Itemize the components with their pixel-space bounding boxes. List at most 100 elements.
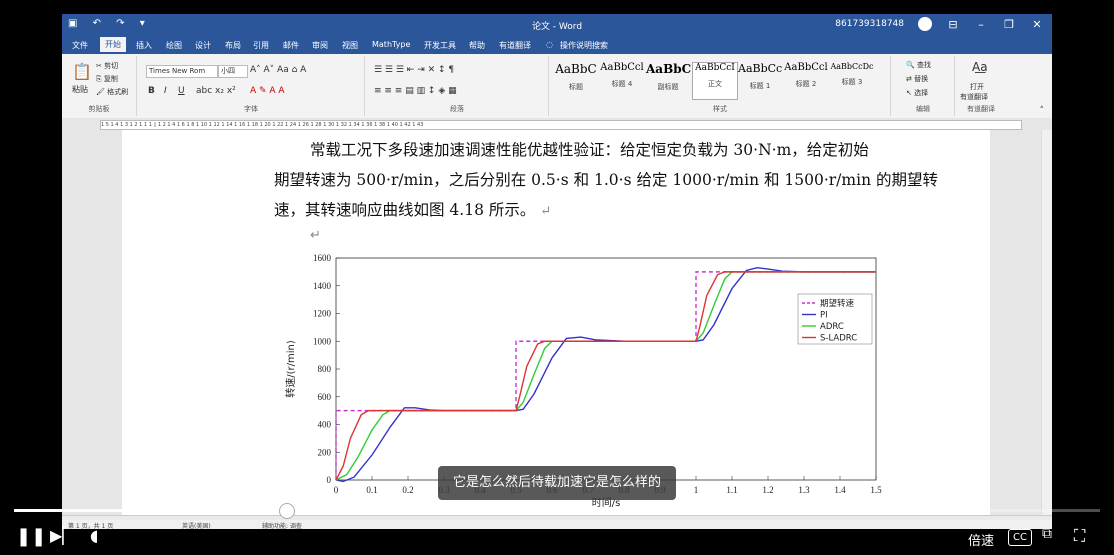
tab-mailings[interactable]: 邮件 [283,40,299,51]
fullscreen-icon[interactable]: ⛶ [1074,526,1085,546]
style-name: 副标题 [657,83,679,91]
translate-icon[interactable]: A͟a [972,60,988,74]
ruler-strip[interactable]: 1 5 1 4 1 3 1 2 1 1 1 ▯ 1 2 1 4 1 6 1 8 … [100,120,1022,130]
paragraph-line-1[interactable]: 常载工况下多段速加速调速性能优越性验证：给定恒定负载为 30·N·m，给定初始 [310,138,869,160]
x-tick-label: 1 [694,485,699,495]
italic-button[interactable]: I [164,86,167,96]
close-button[interactable]: ✕ [1030,18,1044,31]
tab-view[interactable]: 视图 [342,40,358,51]
tell-me-icon: ◌ [546,40,553,49]
tab-draw[interactable]: 绘图 [166,40,182,51]
tab-youdao[interactable]: 有道翻译 [499,40,531,51]
select-button[interactable]: ↖ 选择 [906,88,928,98]
font-size-box[interactable]: 小四 [218,65,248,78]
paste-button[interactable]: 粘贴 [72,84,88,95]
legend-label: PI [820,311,828,321]
format-painter-label: 格式刷 [107,88,129,96]
minimize-button[interactable]: – [974,18,988,31]
y-tick-label: 800 [318,364,332,374]
align-icon[interactable]: ≡ ≡ ≡ ▤ ▥ ↕ ◈ ▦ [374,86,457,96]
tab-references[interactable]: 引用 [253,40,269,51]
font-group: Times New Rom 小四 A˄ A˅ Aa ⌂ A B I U abc … [138,56,365,116]
style-name: 标题 1 [749,82,771,90]
strike-icon[interactable]: abc x₂ x² [196,86,236,96]
style-heading4[interactable]: AaBbCcl 标题 4 [600,62,644,98]
volume-icon[interactable]: ◖ [90,526,98,545]
y-axis-label: 转速/(r/min) [284,340,297,398]
legend-label: 期望转速 [820,298,855,309]
paragraph-line-2[interactable]: 期望转速为 500·r/min，之后分别在 0.5·s 和 1.0·s 给定 1… [274,168,938,190]
tab-insert[interactable]: 插入 [136,40,152,51]
style-normal[interactable]: AaBbCcI 正文 [692,62,738,100]
underline-button[interactable]: U [178,86,185,96]
closed-caption-button[interactable]: CC [1008,529,1032,546]
select-label: 选择 [914,89,929,97]
x-tick-label: 0.1 [366,485,377,495]
ribbon: 📋 粘贴 ✂ 剪切 ⎘ 复制 🖌 格式刷 剪贴板 Times New Rom 小… [62,54,1052,119]
styles-label: 样式 [713,105,727,113]
style-heading2[interactable]: AaBbCcl 标题 2 [784,62,828,98]
document-page[interactable]: 常载工况下多段速加速调速性能优越性验证：给定恒定负载为 30·N·m，给定初始 … [122,130,990,515]
tab-review[interactable]: 审阅 [312,40,328,51]
style-sample: AaBbCcI [695,63,735,73]
style-heading1[interactable]: AaBbCc 标题 1 [738,62,782,98]
x-tick-label: 1.2 [762,485,773,495]
replace-button[interactable]: ⇄ 替换 [906,74,928,84]
paragraph-mark-icon: ↵ [310,228,321,243]
pip-icon[interactable]: ⧉ [1042,526,1052,542]
title-bar: ▣ ↶ ↷ ▾ 论文 - Word 861739318748 ⊟ – ❐ ✕ [62,14,1052,36]
style-name: 标题 2 [795,80,817,88]
progress-knob[interactable] [278,503,295,519]
bold-button[interactable]: B [148,86,155,96]
tab-layout[interactable]: 布局 [225,40,241,51]
pause-icon[interactable]: ❚❚ [16,526,46,547]
open-translate-button[interactable]: 打开 [970,82,984,92]
tab-file[interactable]: 文件 [72,40,88,51]
ribbon-display-icon[interactable]: ⊟ [946,18,960,31]
tab-help[interactable]: 帮助 [469,40,485,51]
progress-fill [14,509,286,512]
font-color-icon[interactable]: A ✎ A A [250,86,285,96]
paste-icon[interactable]: 📋 [72,62,92,81]
avatar[interactable] [918,17,932,31]
style-sample: AaBbCcl [784,62,828,73]
replace-label: 替换 [914,75,929,83]
tab-home[interactable]: 开始 [100,37,126,52]
cut-button[interactable]: ✂ 剪切 [96,61,118,71]
video-player[interactable]: ▣ ↶ ↷ ▾ 论文 - Word 861739318748 ⊟ – ❐ ✕ 文… [0,0,1114,555]
tab-developer[interactable]: 开发工具 [424,40,456,51]
font-name-box[interactable]: Times New Rom [146,65,218,78]
legend-label: S-LADRC [820,334,857,344]
ribbon-tabs: 文件 开始 插入 绘图 设计 布局 引用 邮件 审阅 视图 MathType 开… [62,36,1052,54]
paragraph-line-3-text: 速，其转速响应曲线如图 4.18 所示。 [274,201,536,219]
collapse-ribbon-icon[interactable]: ˄ [1040,106,1045,116]
account-name[interactable]: 861739318748 [835,19,904,29]
grow-font-icon[interactable]: A˄ A˅ Aa ⌂ A [250,65,306,75]
translate-group: A͟a 打开 有道翻译 有道翻译 [956,56,1006,116]
bullets-icon[interactable]: ☰ ☰ ☰ ⇤ ⇥ ✕ ↕ ¶ [374,65,454,75]
next-icon[interactable]: ▶▏ [50,526,75,545]
tell-me-search[interactable]: 操作说明搜索 [560,40,608,51]
y-tick-label: 600 [318,392,332,402]
style-heading3[interactable]: AaBbCcDc 标题 3 [830,62,874,98]
tab-design[interactable]: 设计 [195,40,211,51]
paragraph-line-3[interactable]: 速，其转速响应曲线如图 4.18 所示。 ↵ [274,198,551,220]
progress-track[interactable] [14,503,1100,519]
maximize-button[interactable]: ❐ [1002,18,1016,31]
style-title[interactable]: AaBbC 标题 [554,62,598,98]
vertical-scrollbar[interactable] [1041,130,1052,515]
playback-speed-button[interactable]: 倍速 [968,530,994,549]
format-painter-button[interactable]: 🖌 格式刷 [96,87,128,97]
style-name: 标题 4 [611,80,633,88]
y-tick-label: 200 [318,447,332,457]
clipboard-group: 📋 粘贴 ✂ 剪切 ⎘ 复制 🖌 格式刷 剪贴板 [62,56,137,116]
style-subtitle[interactable]: AaBbC 副标题 [646,62,692,98]
youdao-translate-button[interactable]: 有道翻译 [960,92,988,102]
ruler: 1 5 1 4 1 3 1 2 1 1 1 ▯ 1 2 1 4 1 6 1 8 … [62,118,1052,130]
find-button[interactable]: 🔍 查找 [906,60,931,70]
tab-mathtype[interactable]: MathType [372,40,410,49]
copy-button[interactable]: ⎘ 复制 [96,74,118,84]
style-sample: AaBbC [646,62,692,76]
y-tick-label: 400 [318,420,332,430]
translate-label: 有道翻译 [967,105,995,113]
